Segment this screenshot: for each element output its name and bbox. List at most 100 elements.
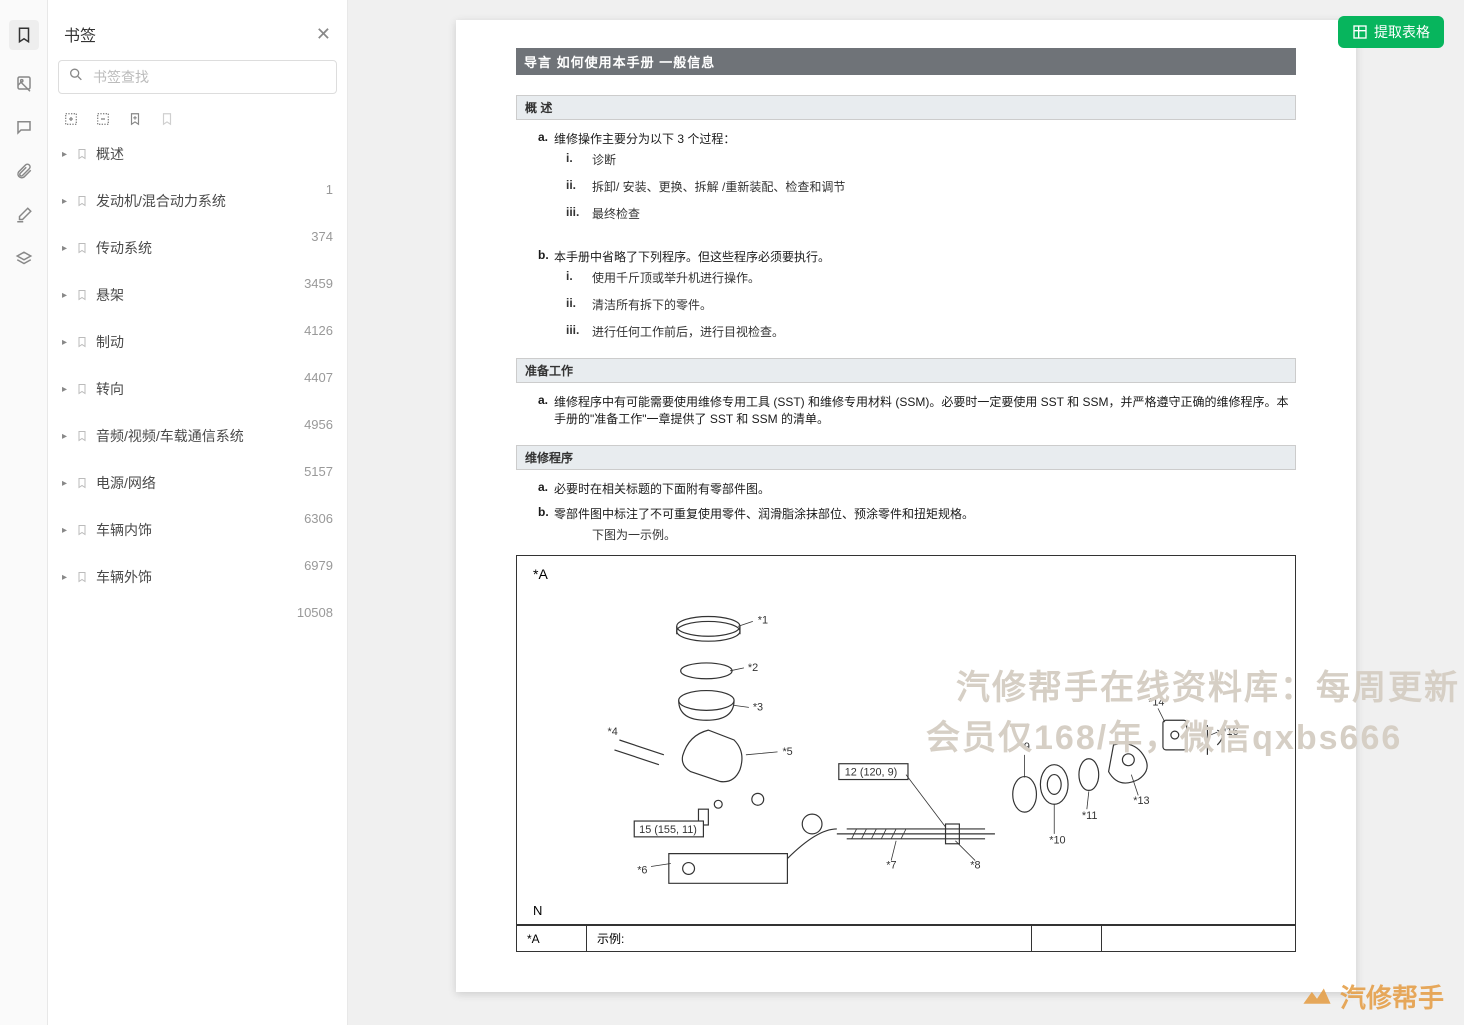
document-viewport[interactable]: 提取表格 导言 如何使用本手册 一般信息 概 述 a.维修操作主要分为以下 3 …	[348, 0, 1464, 1025]
side-rail	[0, 0, 48, 1025]
bookmark-item[interactable]: ▸ 音频/视频/车载通信系统	[58, 420, 337, 452]
add-bookmark-icon[interactable]	[62, 110, 80, 128]
bookmark-item[interactable]: ▸ 概述	[58, 138, 337, 170]
bookmark-label: 车辆外饰	[96, 567, 333, 587]
bookmark-icon	[76, 429, 90, 443]
attachment-icon[interactable]	[13, 160, 35, 182]
panel-title: 书签	[64, 22, 96, 46]
bookmark-label: 概述	[96, 144, 333, 164]
bookmark-label: 电源/网络	[96, 473, 333, 493]
exploded-view-svg: *1 *2 *3 *4 *5 *6 *7 *8 *9 *10 *11 12 (1…	[533, 572, 1279, 908]
bookmark-icon	[76, 523, 90, 537]
svg-text:15 (155, 11): 15 (155, 11)	[639, 824, 697, 836]
bookmark-icon	[76, 382, 90, 396]
legend-col1: *A	[517, 926, 587, 952]
remove-bookmark-icon[interactable]	[94, 110, 112, 128]
proc-b-sub: 下图为一示例。	[592, 526, 676, 543]
bookmark-label: 制动	[96, 332, 333, 352]
bookmark-icon	[76, 335, 90, 349]
legend-table: *A 示例:	[516, 925, 1296, 952]
chevron-right-icon: ▸	[62, 525, 74, 536]
signature-icon[interactable]	[13, 204, 35, 226]
bookmark-label: 悬架	[96, 285, 333, 305]
bookmark-item[interactable]: ▸ 传动系统	[58, 232, 337, 264]
bookmark-label: 车辆内饰	[96, 520, 333, 540]
svg-text:*7: *7	[886, 859, 896, 871]
prep-a: 维修程序中有可能需要使用维修专用工具 (SST) 和维修专用材料 (SSM)。必…	[554, 393, 1296, 427]
diagram-footer-n: N	[533, 903, 542, 918]
bookmark-item[interactable]: ▸ 电源/网络	[58, 467, 337, 499]
chevron-right-icon: ▸	[62, 431, 74, 442]
bookmark-item[interactable]: ▸ 发动机/混合动力系统	[58, 185, 337, 217]
svg-text:*14: *14	[1148, 696, 1164, 708]
svg-text:*8: *8	[970, 859, 980, 871]
extract-label: 提取表格	[1374, 22, 1430, 42]
svg-text:*16: *16	[1222, 726, 1238, 738]
svg-text:*4: *4	[608, 726, 618, 738]
item-b-text: 本手册中省略了下列程序。但这些程序必须要执行。	[554, 248, 1296, 265]
bookmark-tree: ▸ 概述 1 ▸ 发动机/混合动力系统 374 ▸ 传动系统 3459 ▸ 悬架…	[58, 138, 337, 1011]
section-bar: 维修程序	[516, 445, 1296, 470]
svg-text:*3: *3	[753, 701, 763, 713]
svg-text:*1: *1	[758, 614, 768, 626]
chevron-right-icon: ▸	[62, 337, 74, 348]
layers-icon[interactable]	[13, 248, 35, 270]
svg-text:*5: *5	[782, 746, 792, 758]
item-a-text: 维修操作主要分为以下 3 个过程：	[554, 130, 1296, 147]
section-bar: 概 述	[516, 95, 1296, 120]
search-input[interactable]	[58, 60, 337, 94]
bookmark-label: 传动系统	[96, 238, 333, 258]
comment-icon[interactable]	[13, 116, 35, 138]
chevron-right-icon: ▸	[62, 149, 74, 160]
svg-text:*10: *10	[1049, 835, 1065, 847]
bookmarks-panel: 书签 ✕ ▸ 概述 1 ▸ 发动机/混合动力系统 374 ▸ 传动系统 3459…	[48, 0, 348, 1025]
bookmark-item[interactable]: ▸ 转向	[58, 373, 337, 405]
proc-a: 必要时在相关标题的下面附有零部件图。	[554, 480, 1296, 497]
bookmark-icon	[76, 476, 90, 490]
bookmark-label: 转向	[96, 379, 333, 399]
item-b-i: 使用千斤顶或举升机进行操作。	[592, 269, 760, 286]
section-bar: 准备工作	[516, 358, 1296, 383]
bookmark-icon	[76, 288, 90, 302]
diagram-tag: *A	[533, 566, 548, 582]
component-diagram: *A	[516, 555, 1296, 925]
item-a-i: 诊断	[592, 151, 616, 168]
bookmark-icon	[76, 194, 90, 208]
chevron-right-icon: ▸	[62, 290, 74, 301]
chevron-right-icon: ▸	[62, 196, 74, 207]
bookmark-item[interactable]: ▸ 悬架	[58, 279, 337, 311]
bookmark-disabled-icon	[158, 110, 176, 128]
extract-table-button[interactable]: 提取表格	[1338, 16, 1444, 48]
chevron-right-icon: ▸	[62, 572, 74, 583]
bookmark-icon	[76, 570, 90, 584]
svg-text:*11: *11	[1082, 810, 1098, 822]
chevron-right-icon: ▸	[62, 478, 74, 489]
proc-b: 零部件图中标注了不可重复使用零件、润滑脂涂抹部位、预涂零件和扭矩规格。	[554, 505, 1296, 522]
bookmark-toolbar	[58, 104, 337, 138]
pdf-page: 导言 如何使用本手册 一般信息 概 述 a.维修操作主要分为以下 3 个过程： …	[456, 20, 1356, 992]
search-icon	[68, 67, 84, 88]
svg-text:*6: *6	[637, 864, 647, 876]
item-a-iii: 最终检查	[592, 205, 640, 222]
legend-col2: 示例:	[587, 926, 1032, 952]
close-icon[interactable]: ✕	[316, 24, 331, 45]
bookmark-item[interactable]: ▸ 车辆外饰	[58, 561, 337, 593]
svg-text:*9: *9	[1020, 741, 1030, 753]
svg-text:*13: *13	[1133, 795, 1149, 807]
item-b-iii: 进行任何工作前后，进行目视检查。	[592, 323, 784, 340]
item-b-ii: 清洁所有拆下的零件。	[592, 296, 712, 313]
page-header-bar: 导言 如何使用本手册 一般信息	[516, 48, 1296, 75]
bookmark-add-icon[interactable]	[126, 110, 144, 128]
bookmark-item[interactable]: ▸ 车辆内饰	[58, 514, 337, 546]
search-box	[58, 60, 337, 94]
chevron-right-icon: ▸	[62, 384, 74, 395]
bookmark-icon[interactable]	[9, 20, 39, 50]
bookmark-label: 发动机/混合动力系统	[96, 191, 333, 211]
bookmark-icon	[76, 241, 90, 255]
item-a-ii: 拆卸/ 安装、更换、拆解 /重新装配、检查和调节	[592, 178, 845, 195]
bookmark-page: 10508	[58, 605, 337, 620]
svg-text:*2: *2	[748, 662, 758, 674]
bookmark-item[interactable]: ▸ 制动	[58, 326, 337, 358]
bookmark-icon	[76, 147, 90, 161]
thumbnails-icon[interactable]	[13, 72, 35, 94]
